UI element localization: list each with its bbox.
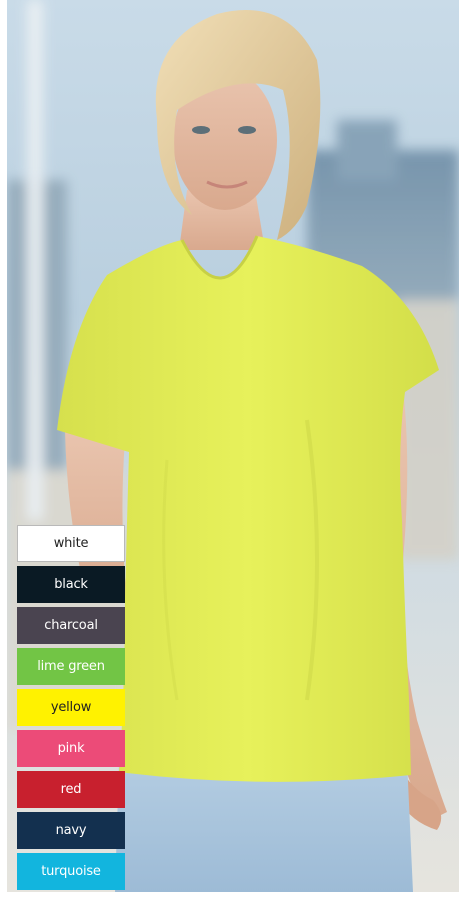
color-swatch-pink[interactable]: pink xyxy=(17,730,125,767)
color-swatch-white[interactable]: white xyxy=(17,525,125,562)
color-swatch-yellow[interactable]: yellow xyxy=(17,689,125,726)
color-swatch-navy[interactable]: navy xyxy=(17,812,125,849)
color-swatch-lime-green[interactable]: lime green xyxy=(17,648,125,685)
color-swatch-black[interactable]: black xyxy=(17,566,125,603)
color-swatch-list: white black charcoal lime green yellow p… xyxy=(17,525,125,894)
color-swatch-red[interactable]: red xyxy=(17,771,125,808)
color-swatch-turquoise[interactable]: turquoise xyxy=(17,853,125,890)
product-page: white black charcoal lime green yellow p… xyxy=(0,0,462,899)
color-swatch-charcoal[interactable]: charcoal xyxy=(17,607,125,644)
